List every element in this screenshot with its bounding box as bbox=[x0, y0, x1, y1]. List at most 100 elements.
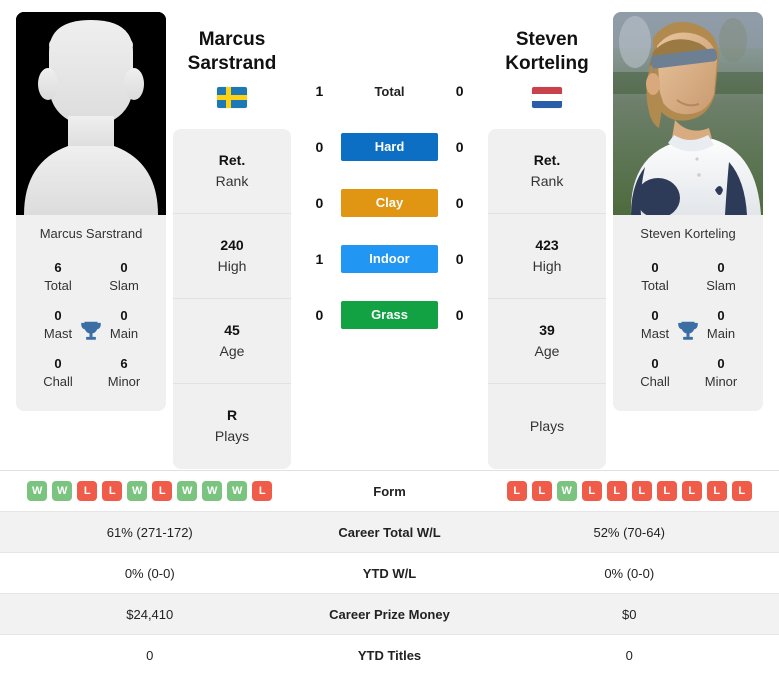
h2h-total-label: Total bbox=[374, 83, 405, 99]
left-rank-value: Ret. bbox=[218, 151, 246, 168]
right-titles-row-3: 0 Chall 0 Minor bbox=[623, 349, 753, 397]
right-form-badge[interactable]: L bbox=[531, 481, 552, 501]
table-row: WWLLWLWWWL Form LLWLLLLLLL bbox=[0, 470, 779, 512]
left-player-flag-wrap bbox=[173, 86, 291, 108]
left-player-name[interactable]: Marcus Sarstrand bbox=[173, 12, 291, 76]
right-player-name[interactable]: Steven Korteling bbox=[488, 12, 606, 76]
left-age-value: 45 bbox=[224, 321, 240, 338]
surface-badge-grass[interactable]: Grass bbox=[341, 301, 438, 329]
right-titles-minor: 0 Minor bbox=[695, 355, 747, 390]
surface-badge-hard[interactable]: Hard bbox=[341, 133, 438, 161]
left-high-label: High bbox=[217, 257, 247, 274]
h2h-clay-mid: Clay bbox=[341, 189, 438, 217]
h2h-indoor-left: 1 bbox=[315, 251, 324, 267]
left-player-card[interactable]: Marcus Sarstrand 6 Total 0 Slam 0 Mast 0… bbox=[16, 12, 166, 412]
left-ytd-wl: 0% (0-0) bbox=[0, 552, 300, 594]
left-titles-mast: 0 Mast bbox=[32, 307, 84, 342]
left-form-badge[interactable]: W bbox=[127, 481, 148, 501]
left-plays-value: R bbox=[226, 407, 238, 423]
right-titles-row-1: 0 Total 0 Slam bbox=[623, 253, 753, 301]
table-row: $24,410 Career Prize Money $0 bbox=[0, 593, 779, 635]
left-form-badge[interactable]: W bbox=[227, 481, 248, 501]
right-high-cell: 423 High bbox=[488, 214, 606, 299]
left-form-strip: WWLLWLWWWL bbox=[10, 481, 290, 501]
right-form-badge[interactable]: L bbox=[631, 481, 652, 501]
comparison-stats-table: WWLLWLWWWL Form LLWLLLLLLL 61% (271-172)… bbox=[0, 470, 779, 676]
right-form-badge[interactable]: L bbox=[681, 481, 702, 501]
h2h-indoor-right: 0 bbox=[455, 251, 464, 267]
right-form-strip: LLWLLLLLLL bbox=[490, 481, 770, 501]
left-form-badge[interactable]: W bbox=[52, 481, 73, 501]
h2h-comparison-page: Marcus Sarstrand 6 Total 0 Slam 0 Mast 0… bbox=[0, 0, 779, 699]
left-player-titles: 6 Total 0 Slam 0 Mast 0 Main 0 Chall 6 M… bbox=[16, 251, 166, 412]
left-form-cell: WWLLWLWWWL bbox=[0, 470, 300, 512]
right-titles-minor-value: 0 bbox=[717, 356, 725, 372]
left-form-badge[interactable]: W bbox=[202, 481, 223, 501]
h2h-row-grass: 0 Grass 0 bbox=[298, 287, 481, 343]
left-form-badge[interactable]: L bbox=[102, 481, 123, 501]
right-titles-mast-value: 0 bbox=[651, 308, 659, 324]
surface-badge-indoor[interactable]: Indoor bbox=[341, 245, 438, 273]
right-form-badge[interactable]: W bbox=[556, 481, 577, 501]
right-rank-label: Rank bbox=[530, 172, 564, 189]
right-age-value: 39 bbox=[539, 321, 555, 338]
right-player-rank-card: Ret. Rank 423 High 39 Age Plays bbox=[488, 128, 606, 469]
right-player-card[interactable]: Steven Korteling 0 Total 0 Slam 0 Mast 0… bbox=[613, 12, 763, 412]
left-form-badge[interactable]: W bbox=[177, 481, 198, 501]
right-form-badge[interactable]: L bbox=[506, 481, 527, 501]
right-titles-chall-label: Chall bbox=[640, 373, 670, 389]
left-titles-slam-label: Slam bbox=[109, 277, 139, 293]
right-prize-money: $0 bbox=[479, 593, 779, 635]
table-row: 0% (0-0) YTD W/L 0% (0-0) bbox=[0, 552, 779, 594]
head-to-head-column: 1 Total 0 0 Hard 0 0 Clay 0 1 Indoor 0 0… bbox=[298, 12, 481, 343]
stat-label-career-wl: Career Total W/L bbox=[299, 511, 480, 553]
right-form-badge[interactable]: L bbox=[606, 481, 627, 501]
left-career-wl: 61% (271-172) bbox=[0, 511, 300, 553]
left-plays-label: Plays bbox=[214, 428, 250, 444]
left-form-badge[interactable]: L bbox=[77, 481, 98, 501]
right-plays-cell: Plays bbox=[488, 384, 606, 469]
left-titles-main-label: Main bbox=[109, 325, 139, 341]
flag-netherlands-icon bbox=[532, 86, 562, 108]
right-age-cell: 39 Age bbox=[488, 299, 606, 384]
stat-label-ytd-wl: YTD W/L bbox=[299, 552, 480, 594]
right-player-photo-name: Steven Korteling bbox=[613, 215, 763, 251]
right-form-badge[interactable]: L bbox=[656, 481, 677, 501]
right-form-badge[interactable]: L bbox=[731, 481, 752, 501]
surface-badge-clay[interactable]: Clay bbox=[341, 189, 438, 217]
right-form-badge[interactable]: L bbox=[581, 481, 602, 501]
right-titles-chall: 0 Chall bbox=[629, 355, 681, 390]
right-player-photo-column: Steven Korteling 0 Total 0 Slam 0 Mast 0… bbox=[613, 12, 763, 412]
left-titles-row-3: 0 Chall 6 Minor bbox=[26, 349, 156, 397]
right-titles-main-value: 0 bbox=[717, 308, 725, 324]
h2h-total-right: 0 bbox=[455, 83, 464, 99]
left-age-label: Age bbox=[219, 342, 245, 359]
left-form-badge[interactable]: W bbox=[27, 481, 48, 501]
left-player-name-line1: Marcus bbox=[198, 29, 266, 50]
trophy-icon bbox=[675, 319, 701, 345]
trophy-icon bbox=[78, 319, 104, 345]
right-form-cell: LLWLLLLLLL bbox=[479, 470, 779, 512]
stat-label-form: Form bbox=[299, 470, 480, 512]
right-form-badge[interactable]: L bbox=[706, 481, 727, 501]
h2h-clay-right: 0 bbox=[455, 195, 464, 211]
left-rank-cell: Ret. Rank bbox=[173, 129, 291, 214]
left-titles-total-label: Total bbox=[44, 277, 72, 293]
left-titles-row-1: 6 Total 0 Slam bbox=[26, 253, 156, 301]
right-titles-total: 0 Total bbox=[629, 259, 681, 294]
right-plays-label: Plays bbox=[529, 417, 565, 434]
left-form-badge[interactable]: L bbox=[252, 481, 273, 501]
left-high-cell: 240 High bbox=[173, 214, 291, 299]
left-titles-chall-value: 0 bbox=[54, 356, 62, 372]
right-player-name-line2: Korteling bbox=[505, 52, 589, 74]
table-row: 61% (271-172) Career Total W/L 52% (70-6… bbox=[0, 511, 779, 553]
left-rank-label: Rank bbox=[215, 172, 249, 189]
left-titles-total: 6 Total bbox=[32, 259, 84, 294]
right-player-avatar bbox=[613, 12, 763, 218]
h2h-grass-mid: Grass bbox=[341, 301, 438, 329]
h2h-grass-left: 0 bbox=[315, 307, 324, 323]
h2h-total-left: 1 bbox=[315, 83, 324, 99]
left-titles-total-value: 6 bbox=[54, 260, 62, 275]
stat-label-prize-money: Career Prize Money bbox=[299, 593, 480, 635]
left-form-badge[interactable]: L bbox=[152, 481, 173, 501]
